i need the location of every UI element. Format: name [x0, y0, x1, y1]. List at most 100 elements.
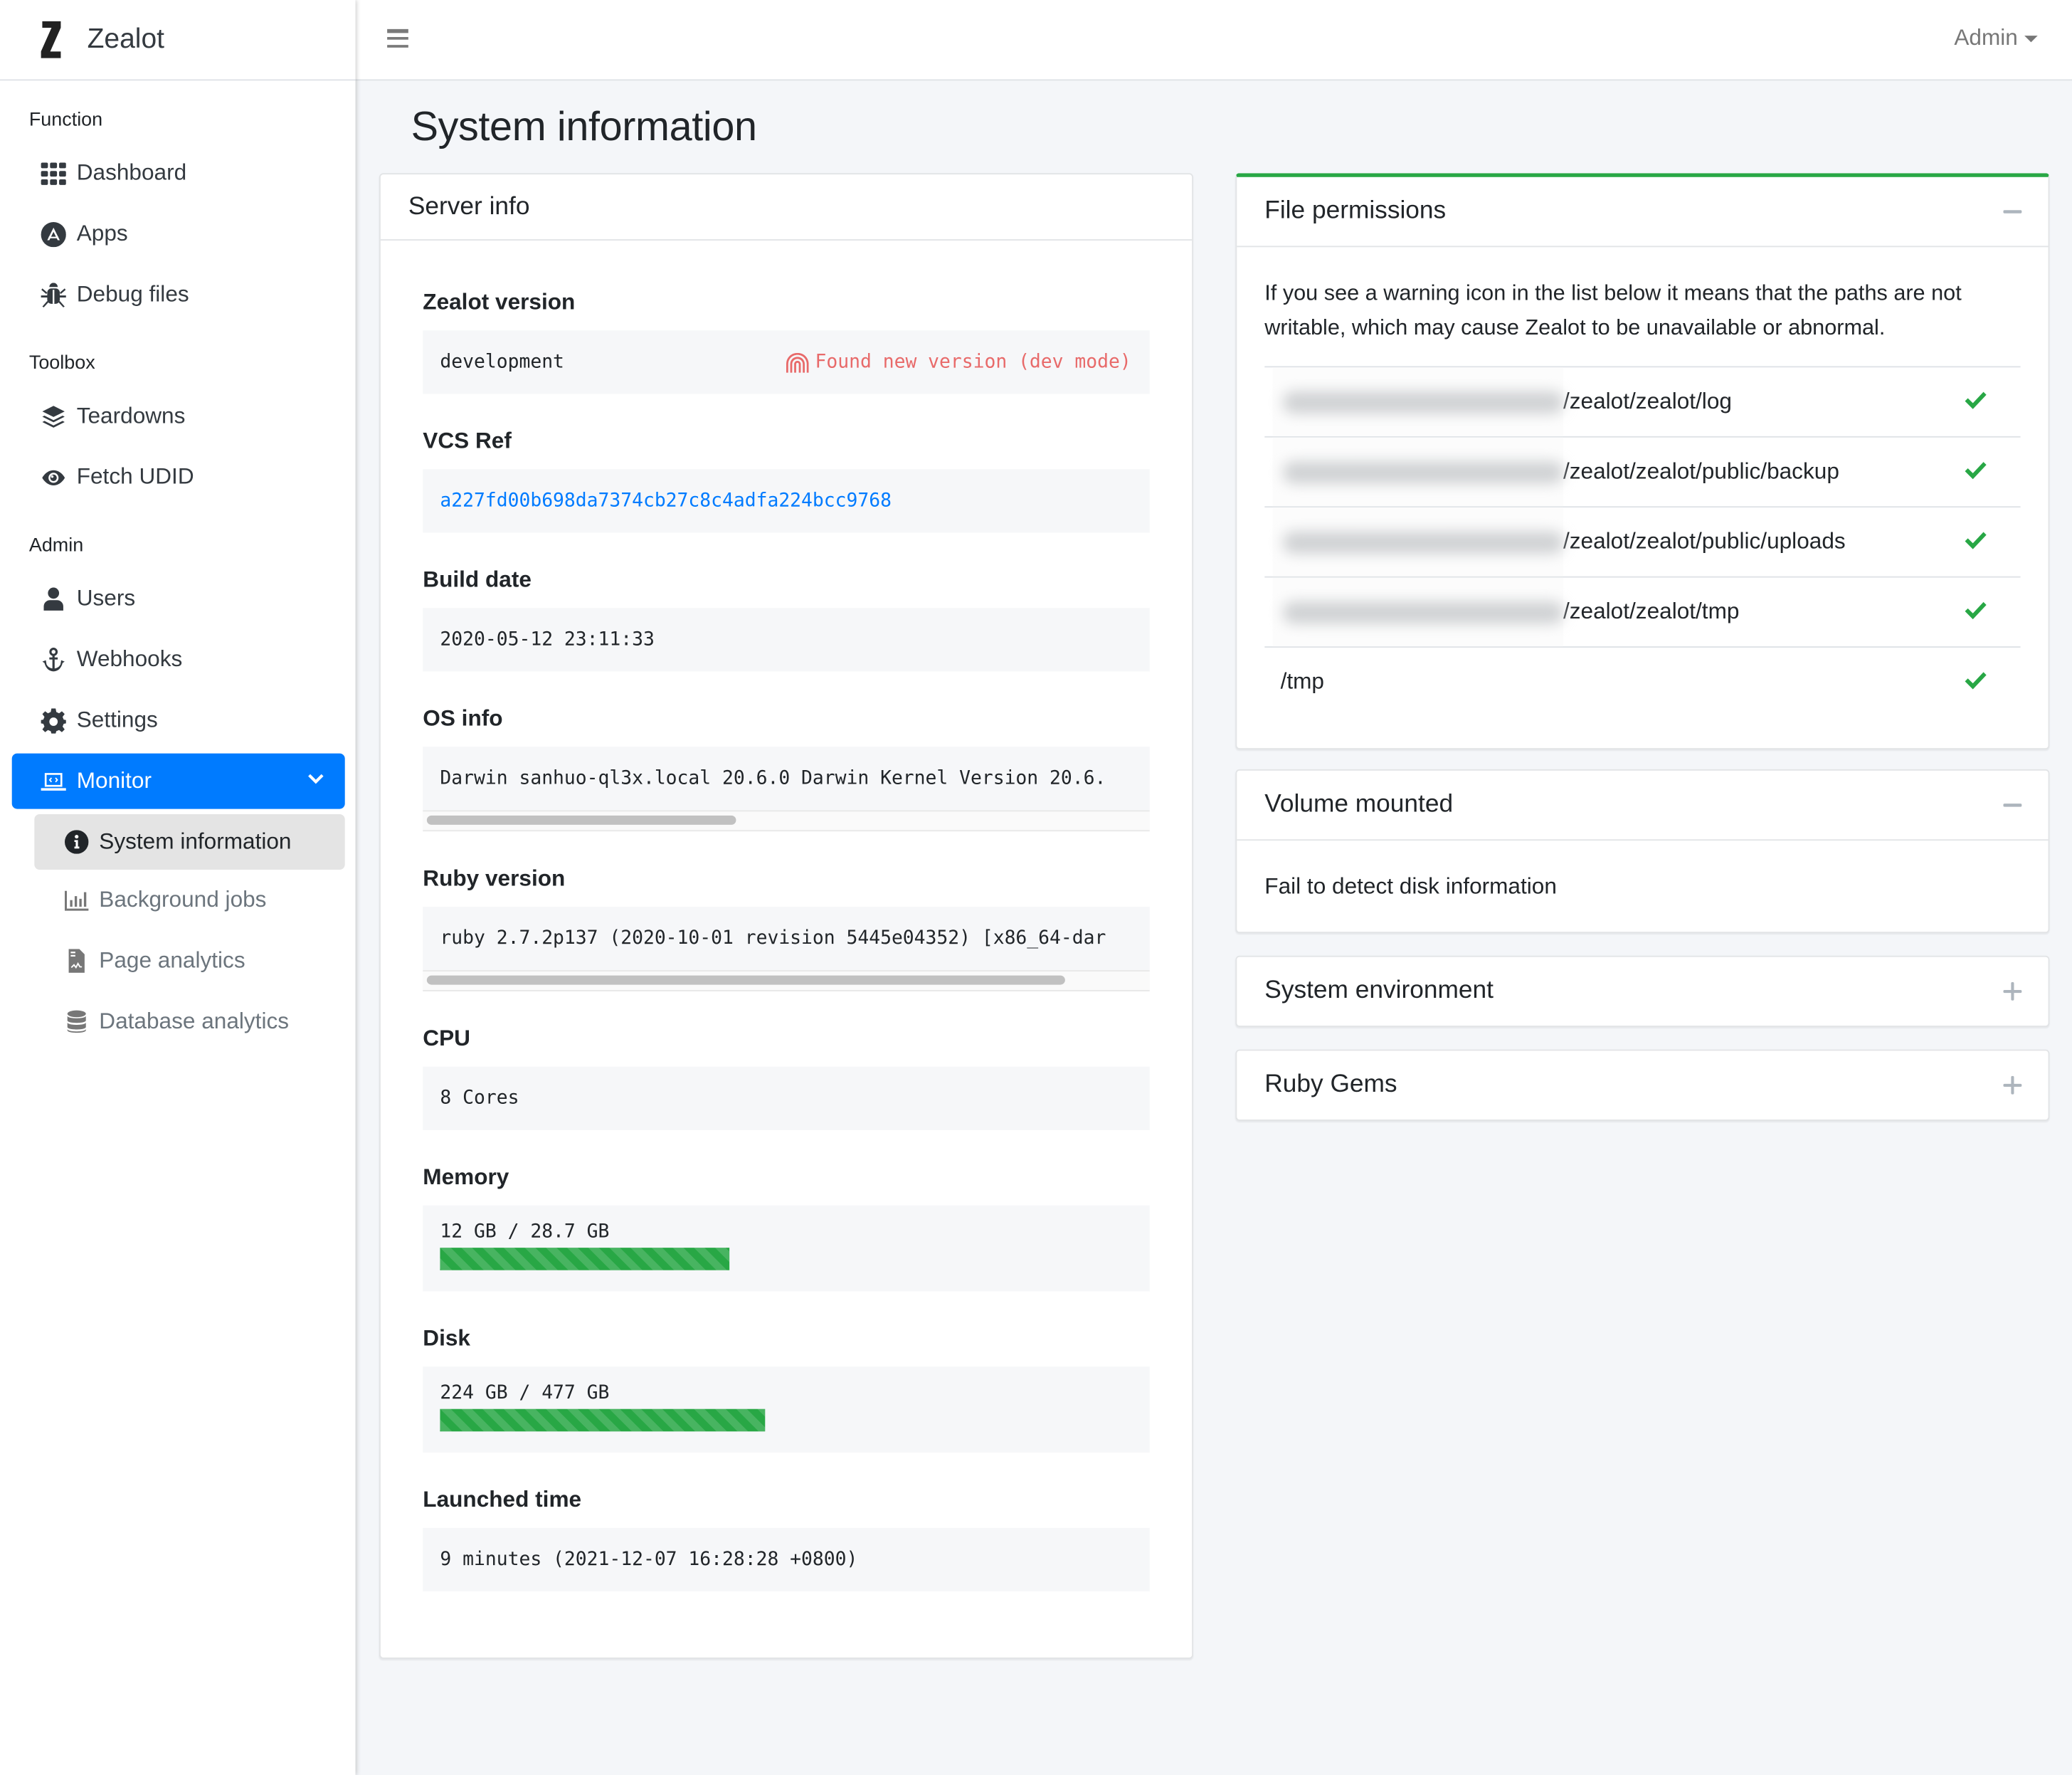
permission-row: /zealot/zealot/tmp	[1264, 577, 2021, 648]
scrollbar-thumb[interactable]	[426, 815, 736, 825]
minus-icon	[2003, 210, 2022, 214]
card-header[interactable]: Ruby Gems	[1237, 1050, 2048, 1120]
card-title: System environment	[1264, 976, 1494, 1005]
new-version-notice[interactable]: Found new version (dev mode)	[786, 352, 1131, 373]
check-icon	[1965, 672, 1987, 690]
zealot-version-value: development	[440, 351, 564, 373]
sidebar-item-database-analytics[interactable]: Database analytics	[0, 991, 356, 1052]
vcs-ref-label: VCS Ref	[423, 428, 512, 453]
user-icon	[40, 586, 66, 612]
os-info-label: OS info	[423, 705, 503, 731]
sidebar: Zealot Function Dashboard Apps Debug fil…	[0, 0, 356, 1775]
collapse-button[interactable]	[2003, 771, 2022, 840]
nav-header-admin: Admin	[28, 535, 84, 557]
info-circle-icon	[63, 829, 88, 854]
ruby-version-label: Ruby version	[423, 865, 566, 891]
permission-path: /zealot/zealot/log	[1563, 388, 1732, 414]
sidebar-item-webhooks[interactable]: Webhooks	[0, 629, 356, 690]
sidebar-item-system-information[interactable]: System information	[34, 813, 345, 870]
volume-message: Fail to detect disk information	[1264, 873, 1557, 899]
vcs-ref-link[interactable]: a227fd00b698da7374cb27c8c4adfa224bcc9768	[423, 469, 1150, 533]
sidebar-item-label: Webhooks	[76, 646, 183, 672]
sidebar-item-page-analytics[interactable]: Page analytics	[0, 930, 356, 991]
sidebar-item-debug-files[interactable]: Debug files	[0, 264, 356, 325]
scrollbar-thumb[interactable]	[426, 975, 1065, 985]
sidebar-item-label: Fetch UDID	[76, 463, 194, 490]
launched-time-label: Launched time	[423, 1487, 582, 1512]
permission-path: /tmp	[1280, 668, 1324, 694]
top-navbar: Admin	[355, 0, 2072, 81]
ruby-version-scroll-container: ruby 2.7.2p137 (2020-10-01 revision 5445…	[423, 906, 1150, 991]
app-root: Zealot Function Dashboard Apps Debug fil…	[0, 0, 2072, 1775]
card-title: File permissions	[1264, 196, 1447, 225]
sidebar-item-label: Debug files	[76, 281, 189, 307]
ruby-version-value: ruby 2.7.2p137 (2020-10-01 revision 5445…	[423, 906, 1150, 971]
card-header[interactable]: System environment	[1237, 957, 2048, 1026]
os-info-scroll-container: Darwin sanhuo-ql3x.local 20.6.0 Darwin K…	[423, 747, 1150, 832]
permissions-intro: If you see a warning icon in the list be…	[1264, 281, 1962, 340]
sidebar-item-label: Monitor	[76, 767, 152, 794]
sidebar-item-label: Teardowns	[76, 403, 186, 428]
disk-progress-fill	[440, 1408, 766, 1432]
sidebar-item-label: Apps	[76, 221, 128, 246]
user-menu-dropdown[interactable]: Admin	[1954, 25, 2038, 51]
memory-progress-fill	[440, 1248, 730, 1270]
card-title: Server info	[380, 174, 1193, 241]
zealot-logo-icon	[41, 21, 61, 58]
grid-icon	[40, 160, 66, 186]
launched-time-value: 9 minutes (2021-12-07 16:28:28 +0800)	[423, 1527, 1150, 1591]
card-title: Volume mounted	[1264, 790, 1454, 818]
memory-value-box: 12 GB / 28.7 GB	[423, 1205, 1150, 1292]
sidebar-item-label: Page analytics	[99, 947, 245, 973]
redacted-path-prefix	[1272, 507, 1563, 576]
sidebar-item-label: Settings	[76, 707, 158, 732]
check-icon	[1965, 462, 1987, 480]
sidebar-item-settings[interactable]: Settings	[0, 690, 356, 750]
chevron-down-icon	[308, 774, 324, 784]
os-info-value: Darwin sanhuo-ql3x.local 20.6.0 Darwin K…	[423, 747, 1150, 811]
disk-label: Disk	[423, 1325, 470, 1351]
os-info-scrollbar[interactable]	[423, 810, 1150, 832]
expand-button[interactable]	[2003, 957, 2022, 1026]
caret-down-icon	[2024, 35, 2038, 42]
gear-icon	[40, 707, 66, 734]
permission-row: /zealot/zealot/log	[1264, 367, 2021, 438]
sidebar-item-label: Users	[76, 585, 136, 611]
permission-row: /zealot/zealot/public/backup	[1264, 437, 2021, 508]
sidebar-item-teardowns[interactable]: Teardowns	[0, 386, 356, 446]
bar-chart-icon	[63, 888, 88, 912]
anchor-icon	[40, 646, 66, 673]
hamburger-icon[interactable]	[387, 28, 408, 48]
server-info-card: Server info Zealot version development F…	[379, 173, 1193, 1659]
brand-name: Zealot	[87, 23, 164, 55]
memory-progress-bar	[440, 1248, 1132, 1270]
sidebar-item-apps[interactable]: Apps	[0, 204, 356, 264]
check-icon	[1965, 601, 1987, 620]
brand-link[interactable]: Zealot	[0, 0, 356, 81]
sidebar-item-label: Database analytics	[99, 1008, 290, 1034]
permission-path: /zealot/zealot/public/backup	[1563, 458, 1839, 484]
card-header: File permissions	[1237, 177, 2049, 248]
system-environment-card: System environment	[1235, 955, 2050, 1027]
collapse-button[interactable]	[2003, 177, 2022, 246]
sidebar-item-users[interactable]: Users	[0, 569, 356, 629]
memory-value: 12 GB / 28.7 GB	[440, 1221, 610, 1243]
check-icon	[1965, 532, 1987, 549]
zealot-version-value-box: development Found new version (dev mode)	[423, 330, 1150, 394]
build-date-label: Build date	[423, 567, 532, 592]
volume-mounted-card: Volume mounted Fail to detect disk infor…	[1235, 769, 2050, 934]
expand-button[interactable]	[2003, 1050, 2022, 1120]
sidebar-item-fetch-udid[interactable]: Fetch UDID	[0, 447, 356, 507]
cpu-value: 8 Cores	[423, 1066, 1150, 1130]
sidebar-item-background-jobs[interactable]: Background jobs	[0, 870, 356, 930]
page-title: System information	[411, 102, 757, 149]
sidebar-item-dashboard[interactable]: Dashboard	[0, 143, 356, 204]
sidebar-item-monitor[interactable]: Monitor	[11, 753, 345, 809]
card-title: Ruby Gems	[1264, 1070, 1397, 1099]
permission-path: /zealot/zealot/tmp	[1563, 599, 1740, 624]
permission-path: /zealot/zealot/public/uploads	[1563, 528, 1846, 554]
cpu-label: CPU	[423, 1026, 470, 1051]
ruby-version-scrollbar[interactable]	[423, 970, 1150, 991]
card-header: Volume mounted	[1237, 771, 2049, 841]
permissions-list: /zealot/zealot/log/zealot/zealot/public/…	[1264, 366, 2021, 716]
